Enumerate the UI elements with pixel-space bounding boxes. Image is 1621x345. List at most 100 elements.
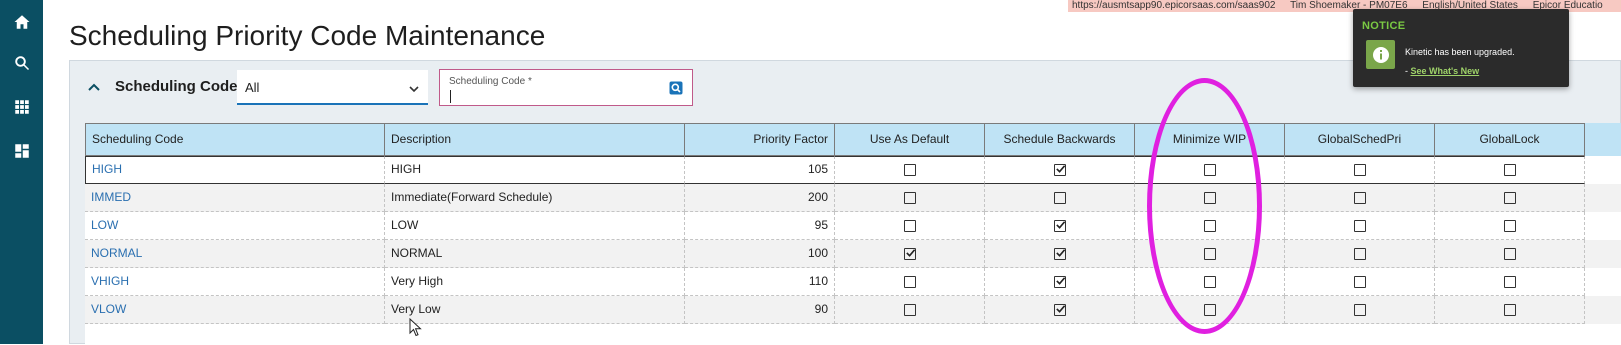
cell-scheduling-code[interactable]: VHIGH [85,268,385,296]
cell-priority-factor[interactable]: 95 [685,212,835,240]
page-title: Scheduling Priority Code Maintenance [69,20,546,51]
global-sched-pri-cell [1285,296,1435,324]
cell-priority-factor[interactable]: 90 [685,296,835,324]
cell-scheduling-code[interactable]: NORMAL [85,240,385,268]
cell-description[interactable]: Very Low [385,296,685,324]
cell-description[interactable]: NORMAL [385,240,685,268]
global-lock-cell [1435,240,1585,268]
global-sched-pri-cell [1285,268,1435,296]
scheduling-code-label: Scheduling Code * [449,76,532,87]
schedule-backwards-checkbox[interactable] [1053,219,1066,232]
minimize-wip-checkbox[interactable] [1203,247,1216,260]
minimize-wip-checkbox[interactable] [1203,275,1216,288]
minimize-wip-cell [1135,240,1285,268]
minimize-wip-checkbox[interactable] [1203,303,1216,316]
lookup-search-icon[interactable] [669,81,683,95]
global-lock-checkbox[interactable] [1503,191,1516,204]
checkmark-icon [1055,165,1065,173]
cell-description[interactable]: Immediate(Forward Schedule) [385,184,685,212]
filter-value: All [245,80,260,95]
cell-description[interactable]: Very High [385,268,685,296]
table-row[interactable]: HIGH HIGH 105 [85,156,1621,184]
cell-scheduling-code[interactable]: VLOW [85,296,385,324]
cell-priority-factor[interactable]: 105 [685,156,835,184]
table-row[interactable]: VHIGH Very High 110 [85,268,1621,296]
global-lock-checkbox[interactable] [1503,219,1516,232]
table-row[interactable]: VLOW Very Low 90 [85,296,1621,324]
use-as-default-checkbox[interactable] [903,303,916,316]
schedule-backwards-checkbox[interactable] [1053,163,1066,176]
global-lock-checkbox[interactable] [1503,247,1516,260]
checkmark-icon [905,249,915,257]
cell-description[interactable]: HIGH [385,156,685,184]
column-header-global-lock[interactable]: GlobalLock [1435,123,1585,156]
apps-grid-icon [14,100,29,114]
table-row[interactable]: IMMED Immediate(Forward Schedule) 200 [85,184,1621,212]
column-header-scheduling-code[interactable]: Scheduling Code [85,123,385,156]
home-button[interactable] [0,0,43,44]
minimize-wip-cell [1135,156,1285,184]
global-sched-pri-checkbox[interactable] [1353,219,1366,232]
global-sched-pri-checkbox[interactable] [1353,275,1366,288]
use-as-default-checkbox[interactable] [903,275,916,288]
global-lock-checkbox[interactable] [1503,275,1516,288]
status-url: https://ausmtsapp90.epicorsaas.com/saas9… [1072,0,1276,11]
global-lock-cell [1435,212,1585,240]
cell-description[interactable]: LOW [385,212,685,240]
column-header-global-sched-pri[interactable]: GlobalSchedPri [1285,123,1435,156]
global-lock-checkbox[interactable] [1503,163,1516,176]
global-sched-pri-checkbox[interactable] [1353,163,1366,176]
notice-message: Kinetic has been upgraded. [1405,47,1515,57]
collapse-button[interactable] [86,79,102,95]
schedule-backwards-cell [985,296,1135,324]
cell-priority-factor[interactable]: 100 [685,240,835,268]
mouse-pointer-icon [409,318,422,337]
filter-select[interactable]: All [237,70,428,105]
cell-scheduling-code[interactable]: HIGH [85,156,385,184]
checkmark-icon [1055,305,1065,313]
use-as-default-checkbox[interactable] [903,219,916,232]
minimize-wip-checkbox[interactable] [1203,163,1216,176]
schedule-backwards-cell [985,240,1135,268]
use-as-default-cell [835,268,985,296]
minimize-wip-checkbox[interactable] [1203,219,1216,232]
use-as-default-checkbox[interactable] [903,163,916,176]
schedule-backwards-checkbox[interactable] [1053,275,1066,288]
cell-scheduling-code[interactable]: IMMED [85,184,385,212]
column-header-use-as-default[interactable]: Use As Default [835,123,985,156]
scheduling-code-input[interactable]: Scheduling Code * [439,69,693,106]
apps-button[interactable] [0,85,43,129]
table-row[interactable]: LOW LOW 95 [85,212,1621,240]
cell-priority-factor[interactable]: 110 [685,268,835,296]
notice-title: NOTICE [1362,20,1406,32]
use-as-default-cell [835,156,985,184]
cell-priority-factor[interactable]: 200 [685,184,835,212]
table-row[interactable]: NORMAL NORMAL 100 [85,240,1621,268]
schedule-backwards-checkbox[interactable] [1053,191,1066,204]
global-sched-pri-cell [1285,240,1435,268]
column-header-minimize-wip[interactable]: Minimize WIP [1135,123,1285,156]
column-header-description[interactable]: Description [385,123,685,156]
global-sched-pri-cell [1285,212,1435,240]
global-sched-pri-checkbox[interactable] [1353,247,1366,260]
global-lock-cell [1435,156,1585,184]
minimize-wip-cell [1135,296,1285,324]
use-as-default-checkbox[interactable] [903,191,916,204]
see-whats-new-link[interactable]: See What's New [1411,66,1480,76]
column-header-priority-factor[interactable]: Priority Factor [685,123,835,156]
search-icon [14,56,29,71]
schedule-backwards-checkbox[interactable] [1053,303,1066,316]
column-header-schedule-backwards[interactable]: Schedule Backwards [985,123,1135,156]
global-lock-cell [1435,296,1585,324]
cell-scheduling-code[interactable]: LOW [85,212,385,240]
global-sched-pri-checkbox[interactable] [1353,191,1366,204]
schedule-backwards-cell [985,268,1135,296]
minimize-wip-checkbox[interactable] [1203,191,1216,204]
dashboard-button[interactable] [0,129,43,173]
search-button[interactable] [0,41,43,85]
schedule-backwards-checkbox[interactable] [1053,247,1066,260]
global-lock-checkbox[interactable] [1503,303,1516,316]
use-as-default-checkbox[interactable] [903,247,916,260]
global-sched-pri-checkbox[interactable] [1353,303,1366,316]
checkmark-icon [1055,221,1065,229]
